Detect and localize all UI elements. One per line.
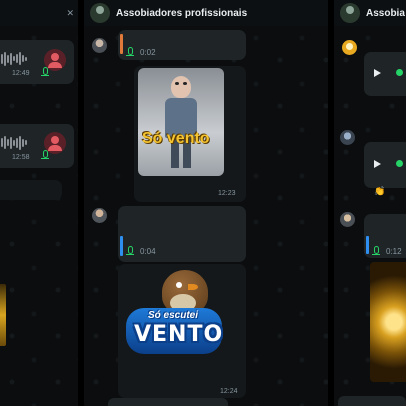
- chat-title[interactable]: Assobia: [366, 8, 405, 19]
- audio-message[interactable]: [364, 142, 406, 188]
- composer-bar[interactable]: [108, 398, 228, 406]
- audio-message[interactable]: 0:12: [364, 214, 406, 258]
- person-icon: [346, 43, 353, 50]
- audio-dot: [396, 69, 403, 76]
- person-icon: [51, 136, 59, 144]
- group-avatar[interactable]: [340, 3, 360, 23]
- audio-duration: 0:02: [140, 48, 156, 57]
- audio-waveform: [0, 134, 28, 150]
- old-man-figure: [171, 76, 191, 98]
- audio-duration: 0:12: [386, 247, 402, 256]
- sender-avatar[interactable]: [340, 130, 355, 145]
- mic-icon: [41, 150, 49, 159]
- audio-progress-marker[interactable]: [366, 236, 369, 254]
- mic-icon: [372, 246, 380, 255]
- group-avatar[interactable]: [90, 3, 110, 23]
- person-icon: [51, 53, 59, 61]
- sender-avatar[interactable]: [340, 212, 355, 227]
- close-icon[interactable]: ✕: [66, 8, 74, 19]
- mic-icon: [41, 67, 49, 76]
- sticker-line2: VENTO: [134, 322, 224, 347]
- audio-dot: [396, 160, 403, 167]
- mic-icon: [126, 246, 134, 255]
- sticker-image: Só vento: [138, 68, 224, 176]
- audio-message[interactable]: 12:58: [0, 124, 74, 168]
- sticker-message[interactable]: Só escutei VENTO 12:24: [118, 264, 246, 398]
- sender-avatar[interactable]: [92, 208, 107, 223]
- audio-duration: 0:04: [140, 247, 156, 256]
- chat-header: Assobia: [334, 0, 406, 26]
- message-time: 12:23: [218, 190, 236, 197]
- sticker-caption: Só vento: [142, 130, 210, 147]
- middle-chat-panel: Assobiadores profissionais 0:02 Só vento…: [84, 0, 328, 406]
- audio-progress-marker[interactable]: [120, 236, 123, 256]
- audio-message[interactable]: 0:02: [118, 30, 246, 60]
- reaction-icon[interactable]: 👏: [374, 186, 385, 197]
- left-header: ✕: [0, 0, 78, 26]
- play-icon[interactable]: [374, 69, 381, 77]
- message-bubble[interactable]: [0, 180, 62, 200]
- sender-avatar[interactable]: [342, 40, 357, 55]
- sender-avatar[interactable]: [92, 38, 107, 53]
- chat-title[interactable]: Assobiadores profissionais: [116, 8, 247, 19]
- message-time: 12:49: [12, 70, 30, 77]
- message-time: 12:58: [12, 154, 30, 161]
- image-thumbnail[interactable]: [0, 284, 6, 346]
- message-time: 12:24: [220, 388, 238, 395]
- right-chat-panel: Assobia 👏 0:12: [334, 0, 406, 406]
- gold-coin-image[interactable]: [370, 262, 406, 382]
- screen: ✕ 12:49 12:58 Assobiadores profissionais…: [0, 0, 406, 406]
- chat-header: Assobiadores profissionais: [84, 0, 328, 26]
- audio-message[interactable]: 12:49: [0, 40, 74, 84]
- audio-message[interactable]: 0:04: [118, 206, 246, 262]
- audio-message[interactable]: [364, 52, 406, 96]
- left-chat-panel: ✕ 12:49 12:58: [0, 0, 78, 406]
- play-icon[interactable]: [374, 160, 381, 168]
- mic-icon: [126, 47, 134, 56]
- composer-bar[interactable]: [338, 396, 406, 406]
- audio-waveform: [0, 50, 28, 66]
- sticker-line1: Só escutei: [148, 310, 199, 321]
- sticker-message[interactable]: Só vento 12:23: [134, 66, 246, 202]
- audio-progress-marker[interactable]: [120, 34, 123, 54]
